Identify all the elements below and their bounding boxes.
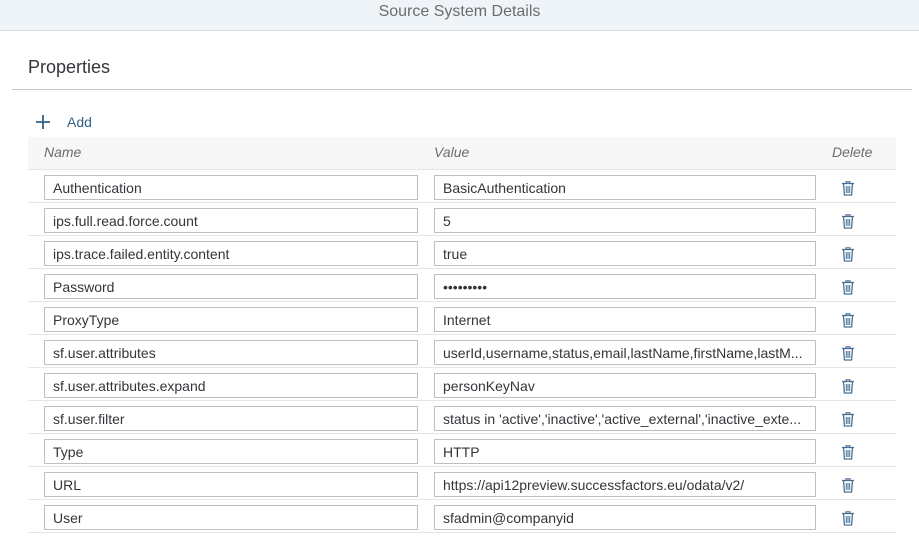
property-name-field[interactable] (44, 439, 418, 464)
property-value-field[interactable] (434, 340, 816, 365)
trash-icon (839, 476, 857, 494)
property-value-field[interactable] (434, 274, 816, 299)
property-name-field[interactable] (44, 208, 418, 233)
table-row (28, 203, 896, 236)
table-row (28, 368, 896, 401)
section-title: Properties (28, 57, 111, 77)
property-value-field[interactable] (434, 505, 816, 530)
table-header: Name Value Delete (28, 137, 896, 170)
properties-table: Name Value Delete (28, 137, 896, 533)
property-name-field[interactable] (44, 175, 418, 200)
column-header-delete: Delete (832, 144, 873, 160)
property-value-field[interactable] (434, 406, 816, 431)
property-name-field[interactable] (44, 373, 418, 398)
table-row (28, 401, 896, 434)
trash-icon (839, 443, 857, 461)
property-name-field[interactable] (44, 241, 418, 266)
trash-icon (839, 278, 857, 296)
delete-row-button[interactable] (838, 409, 858, 429)
dialog-header: Source System Details (0, 0, 919, 31)
table-row (28, 170, 896, 203)
property-name-field[interactable] (44, 406, 418, 431)
table-row (28, 335, 896, 368)
plus-icon (33, 112, 53, 132)
delete-row-button[interactable] (838, 211, 858, 231)
add-button-label: Add (67, 114, 92, 130)
trash-icon (839, 344, 857, 362)
property-value-field[interactable] (434, 472, 816, 497)
trash-icon (839, 509, 857, 527)
delete-row-button[interactable] (838, 244, 858, 264)
delete-row-button[interactable] (838, 442, 858, 462)
table-row (28, 269, 896, 302)
trash-icon (839, 311, 857, 329)
table-row (28, 302, 896, 335)
delete-row-button[interactable] (838, 475, 858, 495)
trash-icon (839, 179, 857, 197)
trash-icon (839, 212, 857, 230)
property-name-field[interactable] (44, 472, 418, 497)
delete-row-button[interactable] (838, 277, 858, 297)
column-header-name: Name (44, 144, 82, 160)
property-name-field[interactable] (44, 505, 418, 530)
property-name-field[interactable] (44, 274, 418, 299)
delete-row-button[interactable] (838, 310, 858, 330)
property-value-field[interactable] (434, 175, 816, 200)
trash-icon (839, 377, 857, 395)
table-row (28, 434, 896, 467)
property-value-field[interactable] (434, 373, 816, 398)
add-button[interactable]: Add (33, 110, 92, 134)
table-row (28, 236, 896, 269)
section-divider (12, 89, 912, 90)
table-row (28, 500, 896, 533)
dialog-title: Source System Details (378, 3, 541, 20)
property-name-field[interactable] (44, 340, 418, 365)
column-header-value: Value (434, 144, 470, 160)
property-value-field[interactable] (434, 241, 816, 266)
delete-row-button[interactable] (838, 508, 858, 528)
property-name-field[interactable] (44, 307, 418, 332)
delete-row-button[interactable] (838, 343, 858, 363)
property-value-field[interactable] (434, 208, 816, 233)
trash-icon (839, 245, 857, 263)
delete-row-button[interactable] (838, 376, 858, 396)
table-body (28, 170, 896, 533)
trash-icon (839, 410, 857, 428)
table-row (28, 467, 896, 500)
property-value-field[interactable] (434, 439, 816, 464)
delete-row-button[interactable] (838, 178, 858, 198)
property-value-field[interactable] (434, 307, 816, 332)
